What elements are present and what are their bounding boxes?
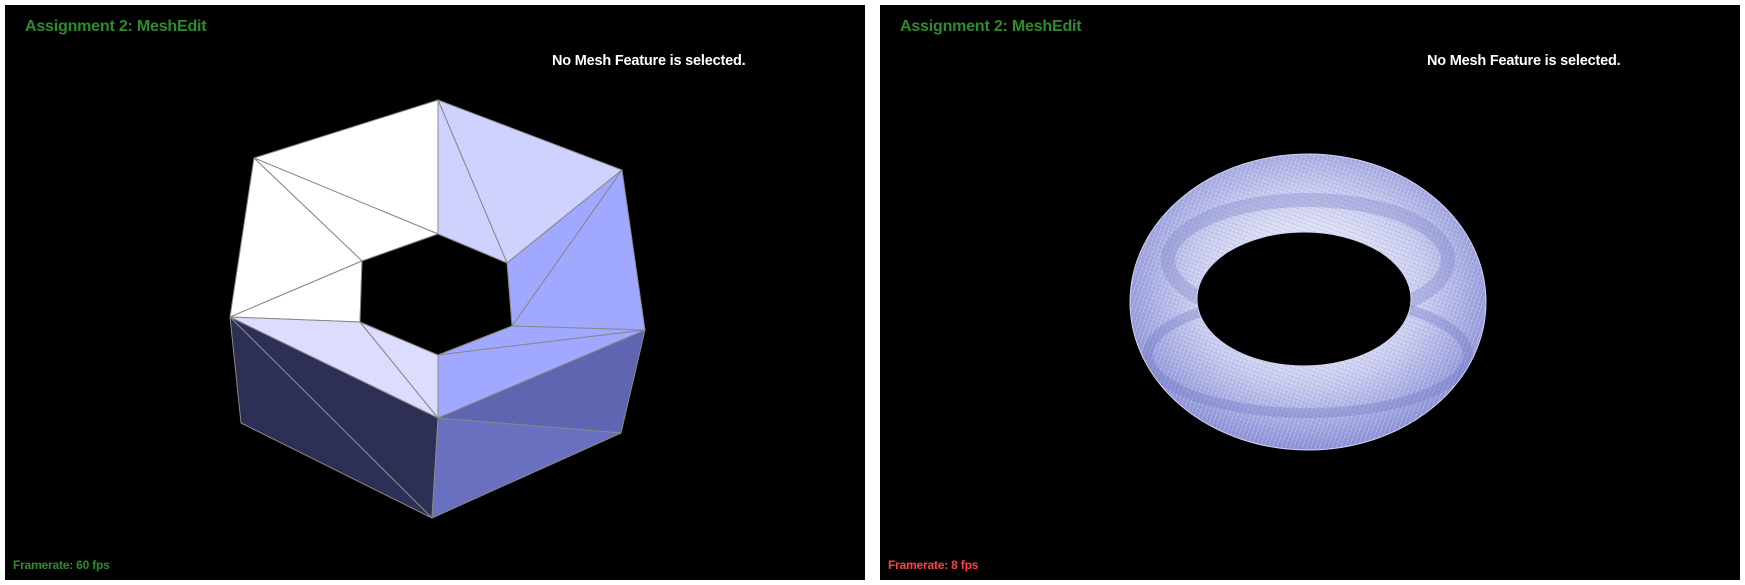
mesh-viewer-left[interactable]: Assignment 2: MeshEdit No Mesh Feature i… [5, 5, 865, 580]
framerate-label: Framerate: 8 fps [888, 558, 979, 572]
hexagonal-ring-icon[interactable] [5, 5, 865, 580]
mesh-viewer-right[interactable]: Assignment 2: MeshEdit No Mesh Feature i… [880, 5, 1740, 580]
torus-icon[interactable] [880, 5, 1740, 580]
mesh-face [431, 417, 622, 519]
framerate-label: Framerate: 60 fps [13, 558, 110, 572]
